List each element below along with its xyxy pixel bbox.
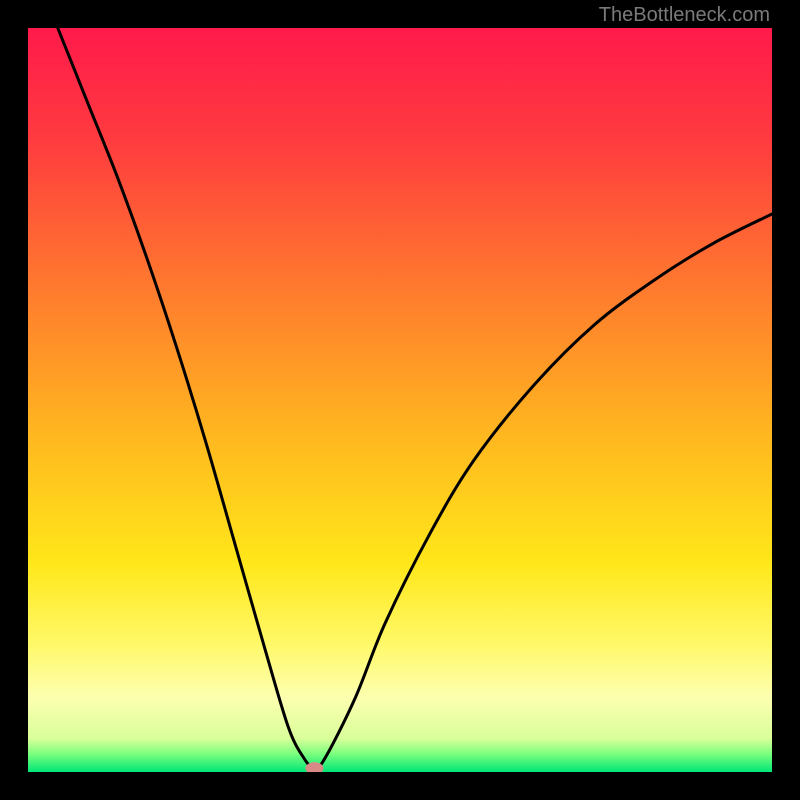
chart-background xyxy=(28,28,772,772)
watermark-text: TheBottleneck.com xyxy=(599,4,770,27)
chart-svg xyxy=(28,28,772,772)
chart-frame xyxy=(28,28,772,772)
